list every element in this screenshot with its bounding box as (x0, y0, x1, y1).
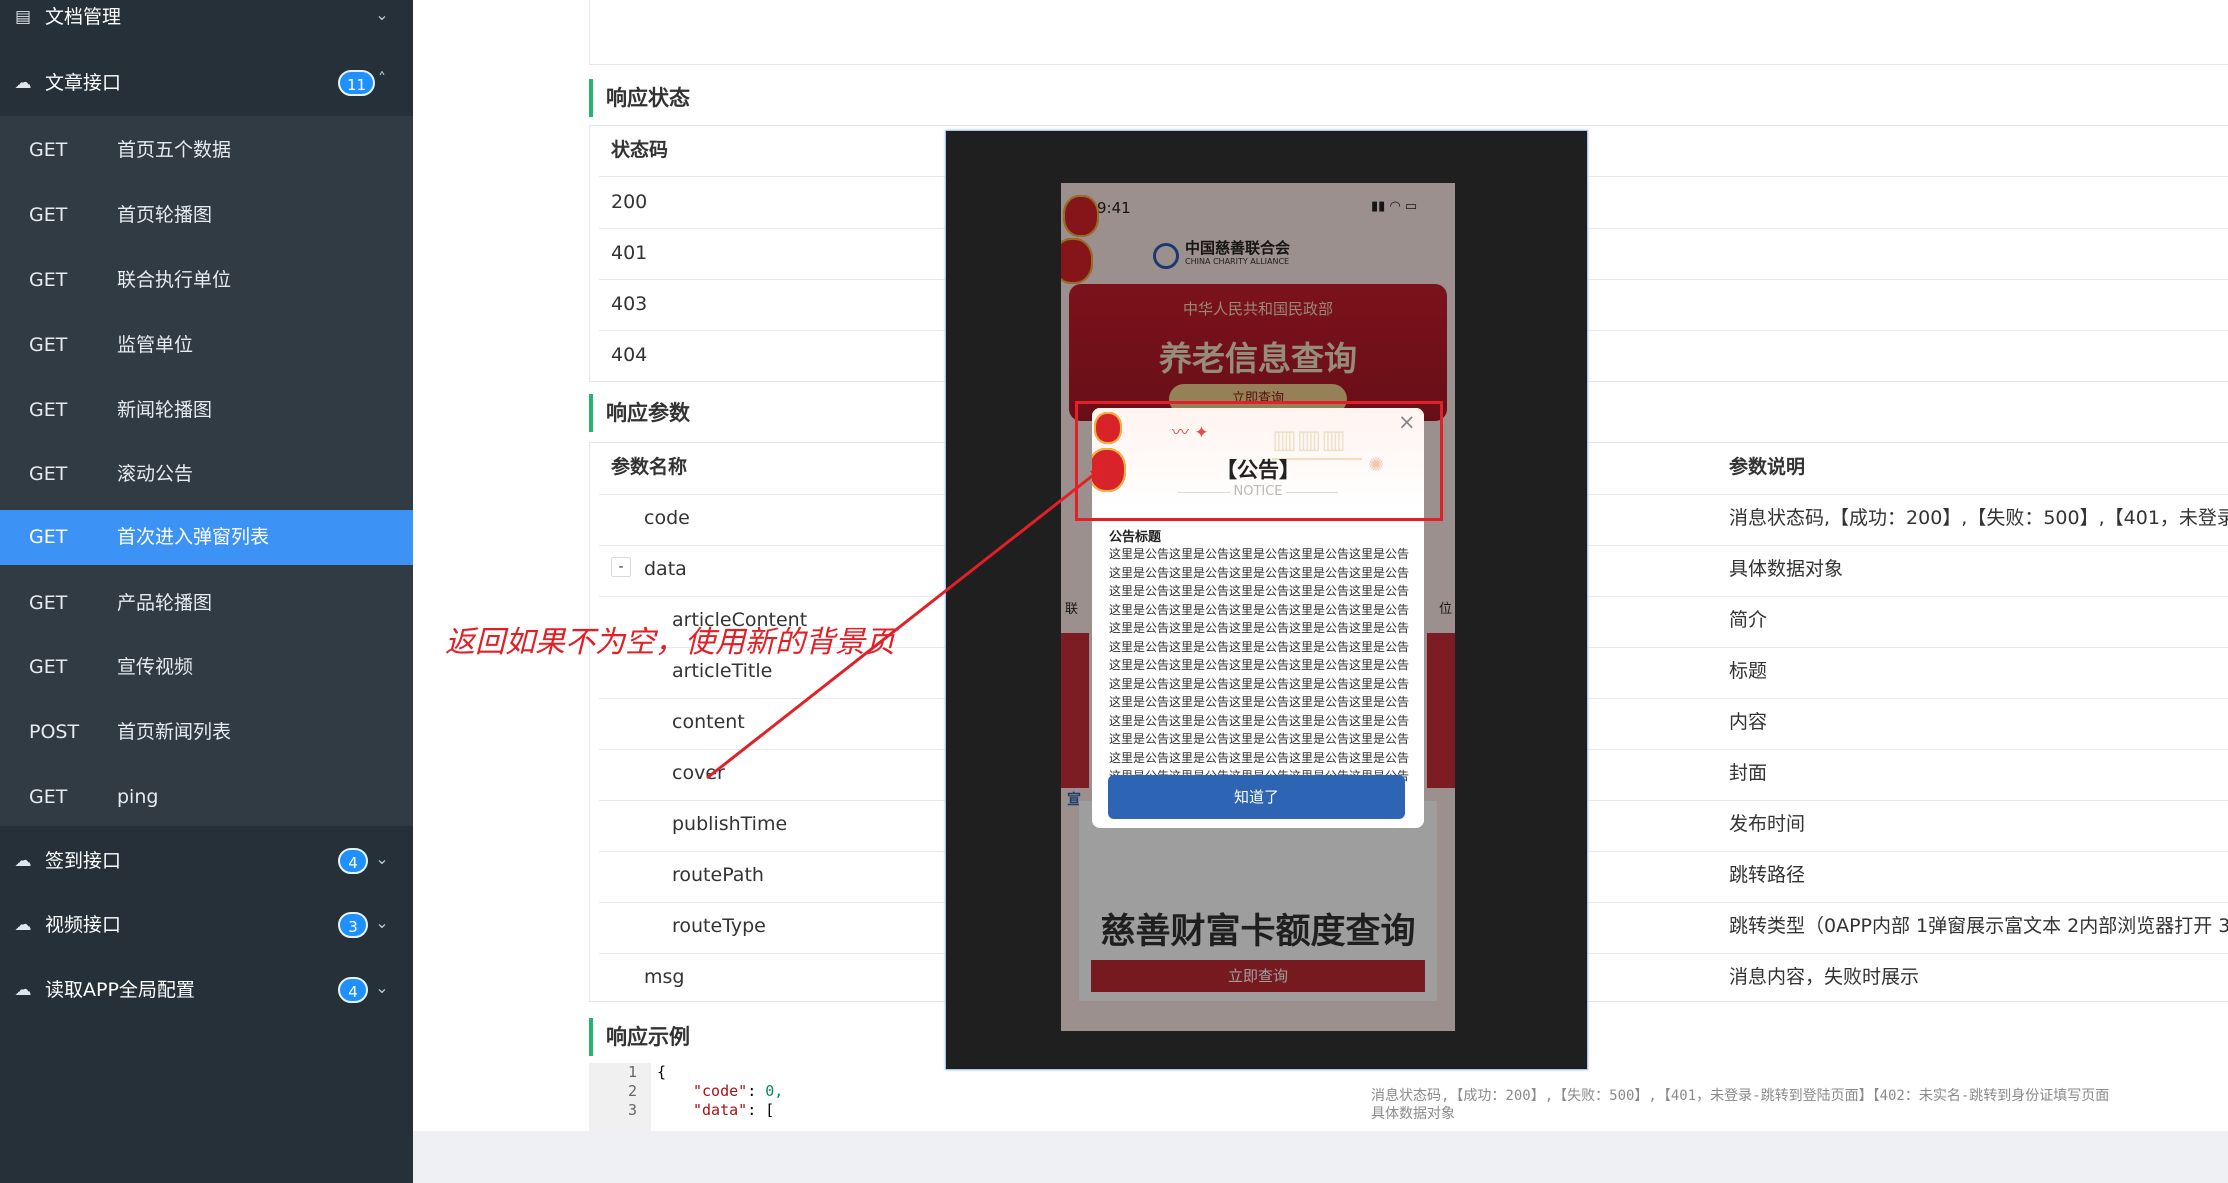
annotation-arrow (706, 467, 1103, 780)
